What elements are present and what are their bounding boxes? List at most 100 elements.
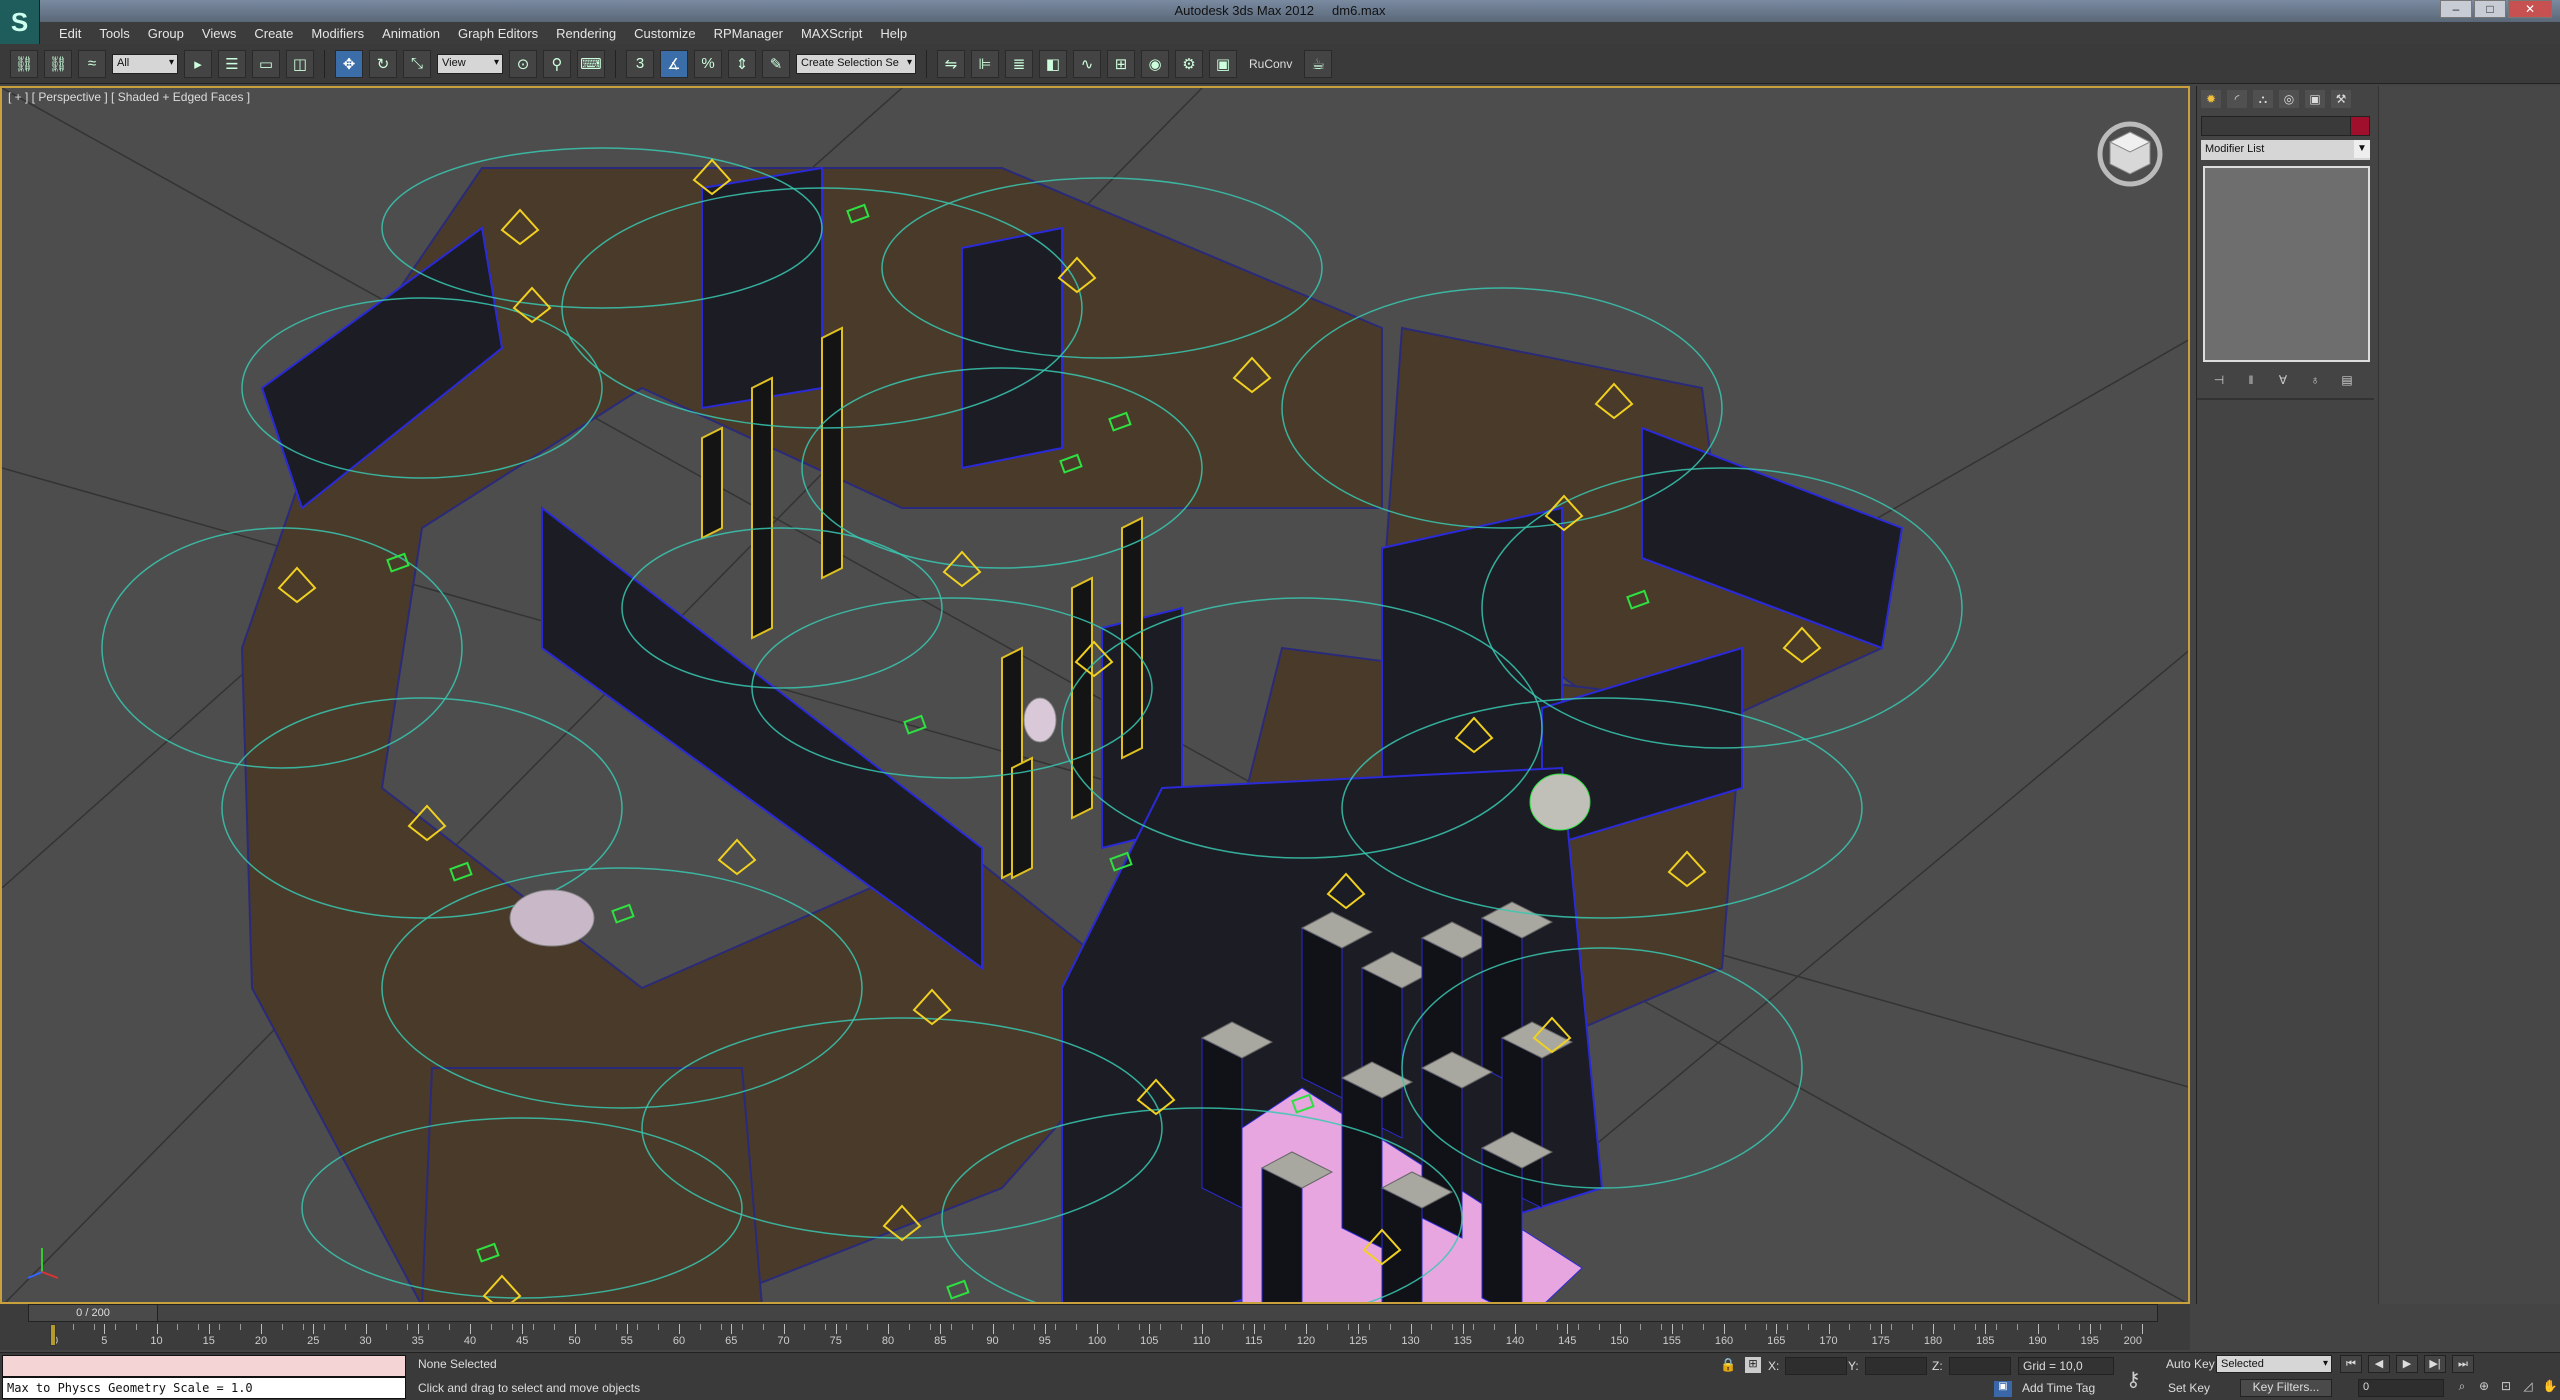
maxscript-output[interactable]: Max to Physcs Geometry Scale = 1.0 <box>2 1377 406 1399</box>
unlink-icon[interactable]: ⛓ <box>44 49 72 78</box>
select-by-name-icon[interactable]: ☰ <box>218 49 246 78</box>
current-frame-marker[interactable] <box>50 1324 56 1346</box>
pan-icon[interactable]: ✋ <box>2542 1379 2558 1397</box>
make-unique-icon[interactable]: ∀ <box>2273 372 2293 388</box>
menu-customize[interactable]: Customize <box>625 26 704 41</box>
menu-rendering[interactable]: Rendering <box>547 26 625 41</box>
previous-frame-icon[interactable]: ◀ <box>2368 1355 2390 1373</box>
show-end-result-icon[interactable]: ‖ <box>2241 372 2261 388</box>
schematic-icon[interactable]: ⊞ <box>1107 49 1135 78</box>
auto-key-button[interactable]: Auto Key <box>2166 1357 2215 1371</box>
perspective-viewport[interactable]: [ + ] [ Perspective ] [ Shaded + Edged F… <box>0 86 2190 1304</box>
layer-manager-icon[interactable]: ≣ <box>1005 49 1033 78</box>
select-object-icon[interactable]: ▸ <box>184 49 212 78</box>
time-slider[interactable]: 0 / 200 <box>28 1304 158 1322</box>
modify-tab-icon[interactable]: ◜ <box>2227 90 2247 108</box>
absolute-mode-icon[interactable]: ⊞ <box>1745 1357 1761 1373</box>
selection-filter-select[interactable]: All <box>112 53 178 74</box>
create-tab-icon[interactable]: ✹ <box>2201 90 2221 108</box>
modifier-stack[interactable] <box>2203 166 2370 362</box>
menu-group[interactable]: Group <box>139 26 193 41</box>
play-icon[interactable]: ▶ <box>2396 1355 2418 1373</box>
zoom-all-icon[interactable]: ⊕ <box>2476 1379 2492 1397</box>
configure-modifier-sets-icon[interactable]: ▤ <box>2337 372 2357 388</box>
set-key-button[interactable]: Set Key <box>2168 1381 2210 1395</box>
go-to-start-icon[interactable]: ⏮ <box>2340 1355 2362 1373</box>
utilities-tab-icon[interactable]: ⚒ <box>2331 90 2351 108</box>
minimize-button[interactable]: – <box>2440 0 2472 18</box>
pillar <box>1201 1037 1243 1209</box>
x-field[interactable] <box>1785 1357 1848 1375</box>
add-time-tag[interactable]: Add Time Tag <box>2022 1381 2095 1395</box>
scale-icon[interactable]: ⤡ <box>403 49 431 78</box>
current-frame-field[interactable]: 0 <box>2358 1379 2444 1397</box>
move-icon[interactable]: ✥ <box>335 49 363 78</box>
object-color-swatch[interactable] <box>2350 116 2370 136</box>
named-selection-select[interactable]: Create Selection Se <box>796 53 916 74</box>
menu-animation[interactable]: Animation <box>373 26 449 41</box>
render-setup-icon[interactable]: ⚙ <box>1175 49 1203 78</box>
snap-3-icon[interactable]: 3 <box>626 49 654 78</box>
selection-lock-icon[interactable]: 🔒 <box>1720 1357 1736 1373</box>
angle-snap-icon[interactable]: ∡ <box>660 49 688 78</box>
menu-edit[interactable]: Edit <box>50 26 90 41</box>
bind-space-warp-icon[interactable]: ≈ <box>78 49 106 78</box>
frame-ruler[interactable]: 0510152025303540455055606570758085909510… <box>52 1324 2143 1348</box>
time-slider-track[interactable] <box>28 1304 2158 1322</box>
display-tab-icon[interactable]: ▣ <box>2305 90 2325 108</box>
rect-region-icon[interactable]: ▭ <box>252 49 280 78</box>
pin-stack-icon[interactable]: ⊣ <box>2209 372 2229 388</box>
rotate-icon[interactable]: ↻ <box>369 49 397 78</box>
menu-modifiers[interactable]: Modifiers <box>302 26 373 41</box>
align-icon[interactable]: ⊫ <box>971 49 999 78</box>
keyboard-shortcut-icon[interactable]: ⌨ <box>577 49 605 78</box>
key-mode-select[interactable]: Selected <box>2216 1355 2332 1373</box>
time-tag-icon[interactable]: ▣ <box>1994 1381 2012 1397</box>
viewport-label[interactable]: [ + ] [ Perspective ] [ Shaded + Edged F… <box>8 90 250 104</box>
curve-editor-icon[interactable]: ∿ <box>1073 49 1101 78</box>
z-field[interactable] <box>1948 1357 2011 1375</box>
menu-create[interactable]: Create <box>245 26 302 41</box>
ruler-tick <box>1724 1324 1725 1334</box>
field-of-view-icon[interactable]: ◿ <box>2520 1379 2536 1397</box>
app-logo-icon[interactable]: S <box>0 0 40 44</box>
mirror-icon[interactable]: ⇋ <box>937 49 965 78</box>
spinner-snap-icon[interactable]: ⇕ <box>728 49 756 78</box>
menu-help[interactable]: Help <box>871 26 916 41</box>
graphite-icon[interactable]: ◧ <box>1039 49 1067 78</box>
zoom-extents-icon[interactable]: ⊡ <box>2498 1379 2514 1397</box>
close-button[interactable]: ✕ <box>2508 0 2552 18</box>
modifier-list-dropdown[interactable]: Modifier List ▼ <box>2201 140 2370 160</box>
maximize-button[interactable]: □ <box>2474 0 2506 18</box>
material-editor-icon[interactable]: ◉ <box>1141 49 1169 78</box>
go-to-end-icon[interactable]: ⏭ <box>2452 1355 2474 1373</box>
key-icon[interactable]: ⚷ <box>2126 1367 2141 1392</box>
ruler-tick <box>302 1324 304 1330</box>
link-icon[interactable]: ⛓ <box>10 49 38 78</box>
motion-tab-icon[interactable]: ◎ <box>2279 90 2299 108</box>
key-filters-button[interactable]: Key Filters... <box>2240 1379 2332 1397</box>
remove-modifier-icon[interactable]: ♁ <box>2305 372 2325 388</box>
manipulate-icon[interactable]: ⚲ <box>543 49 571 78</box>
maxscript-listener-input[interactable] <box>2 1355 406 1377</box>
next-frame-icon[interactable]: ▶| <box>2424 1355 2446 1373</box>
menu-tools[interactable]: Tools <box>90 26 138 41</box>
edit-named-sets-icon[interactable]: ✎ <box>762 49 790 78</box>
menu-maxscript[interactable]: MAXScript <box>792 26 871 41</box>
menu-rpmanager[interactable]: RPManager <box>705 26 792 41</box>
zoom-icon[interactable]: ⌕ <box>2454 1379 2470 1397</box>
hierarchy-tab-icon[interactable]: ⛬ <box>2253 90 2273 108</box>
pivot-icon[interactable]: ⊙ <box>509 49 537 78</box>
y-field[interactable] <box>1864 1357 1927 1375</box>
ruconv-button[interactable]: RuConv <box>1243 57 1298 71</box>
ruler-tick <box>323 1324 325 1330</box>
window-crossing-icon[interactable]: ◫ <box>286 49 314 78</box>
viewcube-icon[interactable] <box>2094 118 2166 190</box>
menu-views[interactable]: Views <box>193 26 245 41</box>
object-name-field[interactable] <box>2201 116 2370 136</box>
percent-snap-icon[interactable]: % <box>694 49 722 78</box>
menu-graph-editors[interactable]: Graph Editors <box>449 26 547 41</box>
rendered-frame-icon[interactable]: ▣ <box>1209 49 1237 78</box>
render-icon[interactable]: ☕ <box>1304 49 1333 78</box>
reference-coord-select[interactable]: View <box>437 53 503 74</box>
